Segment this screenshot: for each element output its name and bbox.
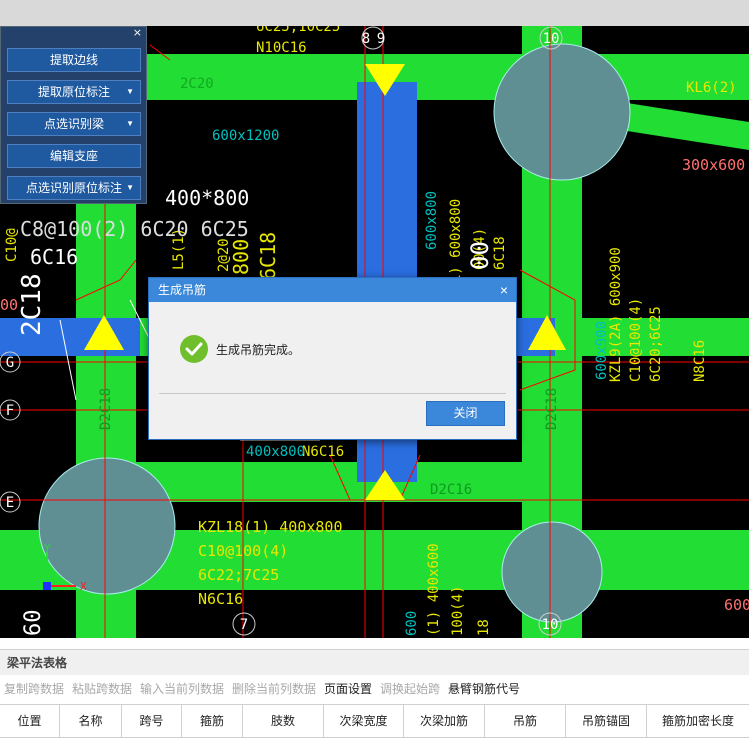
column-circle-bottom-left — [38, 457, 176, 595]
chevron-down-icon[interactable]: ▼ — [126, 177, 134, 199]
axis-label-10-bottom: 10 — [542, 617, 559, 633]
annot-600-right: 600 — [724, 596, 749, 614]
dialog-message: 生成吊筋完成。 — [216, 343, 301, 357]
annot-d2c16: D2C16 — [430, 482, 472, 498]
annot-kzl18-n: N6C16 — [198, 590, 243, 608]
beam-table-panel: 梁平法表格 复制跨数据 粘贴跨数据 输入当前列数据 删除当前列数据 页面设置 调… — [0, 638, 749, 751]
annot-kzl9: KZL9(2A) 600x900 — [608, 247, 624, 382]
col-header-stirrup-dense-length[interactable]: 箍筋加密长度 — [647, 705, 749, 737]
edit-support-button[interactable]: 编辑支座 — [7, 144, 141, 168]
chevron-down-icon[interactable]: ▼ — [126, 81, 134, 103]
annot-2c18-big: 2C18 — [17, 273, 47, 336]
table-toolbar: 复制跨数据 粘贴跨数据 输入当前列数据 删除当前列数据 页面设置 调换起始跨 悬… — [0, 676, 749, 702]
annot-600x800-v: 600x800 — [424, 191, 440, 250]
extract-edge-button[interactable]: 提取边线 — [7, 48, 141, 72]
col-header-name[interactable]: 名称 — [60, 705, 122, 737]
annot-bottom-v1: (1) 400x600 — [426, 543, 442, 636]
beam-low — [120, 462, 540, 502]
pick-identify-beam-label: 点选识别梁 — [43, 117, 104, 131]
annot-n6c16: N6C16 — [302, 444, 344, 460]
axis-label-E: E — [6, 495, 14, 511]
col-header-secondary-beam-width[interactable]: 次梁宽度 — [324, 705, 404, 737]
recognition-tool-panel: × 提取边线 提取原位标注 ▼ 点选识别梁 ▼ 编辑支座 点选识别原位标注 ▼ — [0, 26, 147, 204]
annot-kl6: KL6(2) — [686, 80, 737, 96]
annot-bottom-v4: 600 — [404, 611, 420, 636]
pick-identify-original-annotation-label: 点选识别原位标注 — [25, 181, 122, 195]
annot-600x900: 600x900 — [594, 321, 610, 380]
annot-kzl18-bars: 6C22;7C25 — [198, 566, 279, 584]
annot-n10c16: N10C16 — [256, 40, 307, 56]
dialog-close-button[interactable]: 关闭 — [426, 401, 505, 426]
annot-400x800: 400x800 — [246, 444, 305, 460]
beam-top — [147, 54, 749, 100]
annot-b3: 6C18 — [492, 236, 508, 270]
annot-kzl9-n: N8C16 — [692, 340, 708, 382]
col-header-position[interactable]: 位置 — [0, 705, 60, 737]
annot-c10-frag: C10@ — [4, 228, 20, 262]
annot-400x800-big: 400*800 — [165, 186, 249, 210]
annot-bottom-v3: 18 — [476, 619, 492, 636]
pick-identify-beam-button[interactable]: 点选识别梁 ▼ — [7, 112, 141, 136]
top-toolbar-strip — [0, 0, 749, 27]
col-header-span[interactable]: 跨号 — [122, 705, 182, 737]
annot-kzl18-stirrup: C10@100(4) — [198, 542, 288, 560]
col-header-stirrup[interactable]: 箍筋 — [182, 705, 243, 737]
delete-current-column-button[interactable]: 删除当前列数据 — [232, 676, 316, 702]
annot-c18-frag: 6C18 — [256, 232, 280, 280]
annot-800-frag: 800 — [229, 239, 253, 275]
axis-label-7: 7 — [240, 617, 248, 633]
annot-zero-frag: 00 — [466, 241, 494, 270]
annot-kzl18: KZL18(1) 400x800 — [198, 518, 343, 536]
ucs-x-label: X — [80, 580, 87, 593]
axis-label-8: 8 — [362, 31, 370, 47]
swap-start-span-button[interactable]: 调换起始跨 — [380, 676, 440, 702]
page-setup-button[interactable]: 页面设置 — [324, 676, 372, 702]
dialog-close-icon[interactable]: × — [500, 278, 508, 302]
dialog-title: 生成吊筋 — [158, 283, 207, 297]
axis-label-F: F — [6, 403, 14, 419]
col-header-legs[interactable]: 肢数 — [243, 705, 324, 737]
axis-label-G: G — [6, 355, 14, 371]
annot-kzl9-bars: 6C20;6C25 — [648, 306, 664, 382]
axis-label-9: 9 — [377, 31, 385, 47]
tool-panel-close-icon[interactable]: × — [133, 27, 142, 39]
annot-c8-line: C8@100(2) 6C20 6C25 — [20, 217, 249, 241]
pick-identify-original-annotation-button[interactable]: 点选识别原位标注 ▼ — [7, 176, 141, 200]
col-header-secondary-beam-rebar[interactable]: 次梁加筋 — [404, 705, 485, 737]
input-current-column-button[interactable]: 输入当前列数据 — [140, 676, 224, 702]
cantilever-rebar-code-button[interactable]: 悬臂钢筋代号 — [448, 676, 520, 702]
extract-edge-label: 提取边线 — [49, 53, 98, 67]
annot-top-bars: 6C25;10C25 — [256, 26, 340, 35]
col-header-hanger-bar[interactable]: 吊筋 — [485, 705, 566, 737]
annot-600x1200: 600x1200 — [212, 128, 279, 144]
extract-original-annotation-label: 提取原位标注 — [37, 85, 110, 99]
ucs-y-label: Y — [44, 542, 51, 555]
annot-d2c18-right: D2C18 — [544, 388, 560, 430]
copy-span-data-button[interactable]: 复制跨数据 — [4, 676, 64, 702]
dialog-titlebar[interactable]: 生成吊筋 × — [149, 278, 516, 302]
paste-span-data-button[interactable]: 粘贴跨数据 — [72, 676, 132, 702]
chevron-down-icon[interactable]: ▼ — [126, 113, 134, 135]
axis-label-10-top: 10 — [543, 31, 560, 47]
annot-60-big: 60 — [21, 610, 46, 637]
edit-support-label: 编辑支座 — [49, 149, 98, 163]
panel-title: 梁平法表格 — [0, 649, 749, 675]
success-check-icon — [180, 335, 208, 363]
annot-d2c18-left: D2C18 — [98, 388, 114, 430]
table-header: 位置 名称 跨号 箍筋 肢数 次梁宽度 次梁加筋 吊筋 吊筋锚固 箍筋加密长度 — [0, 704, 749, 738]
annot-2c20: 2C20 — [180, 76, 214, 92]
generate-hanger-bar-dialog: 生成吊筋 × 生成吊筋完成。 关闭 — [148, 277, 517, 440]
annot-bottom-v2: 100(4) — [450, 585, 466, 636]
annot-300x600: 300x600 — [682, 156, 745, 174]
col-header-hanger-anchor[interactable]: 吊筋锚固 — [566, 705, 647, 737]
dialog-divider — [159, 393, 506, 394]
column-circle-bottom-right — [501, 521, 603, 623]
annot-kzl9-stirrup: C10@100(4) — [628, 298, 644, 382]
extract-original-annotation-button[interactable]: 提取原位标注 ▼ — [7, 80, 141, 104]
column-circle-top-right — [493, 43, 631, 181]
annot-c16-frag: 6C16 — [30, 245, 78, 269]
annot-00-left: 00 — [0, 296, 18, 314]
